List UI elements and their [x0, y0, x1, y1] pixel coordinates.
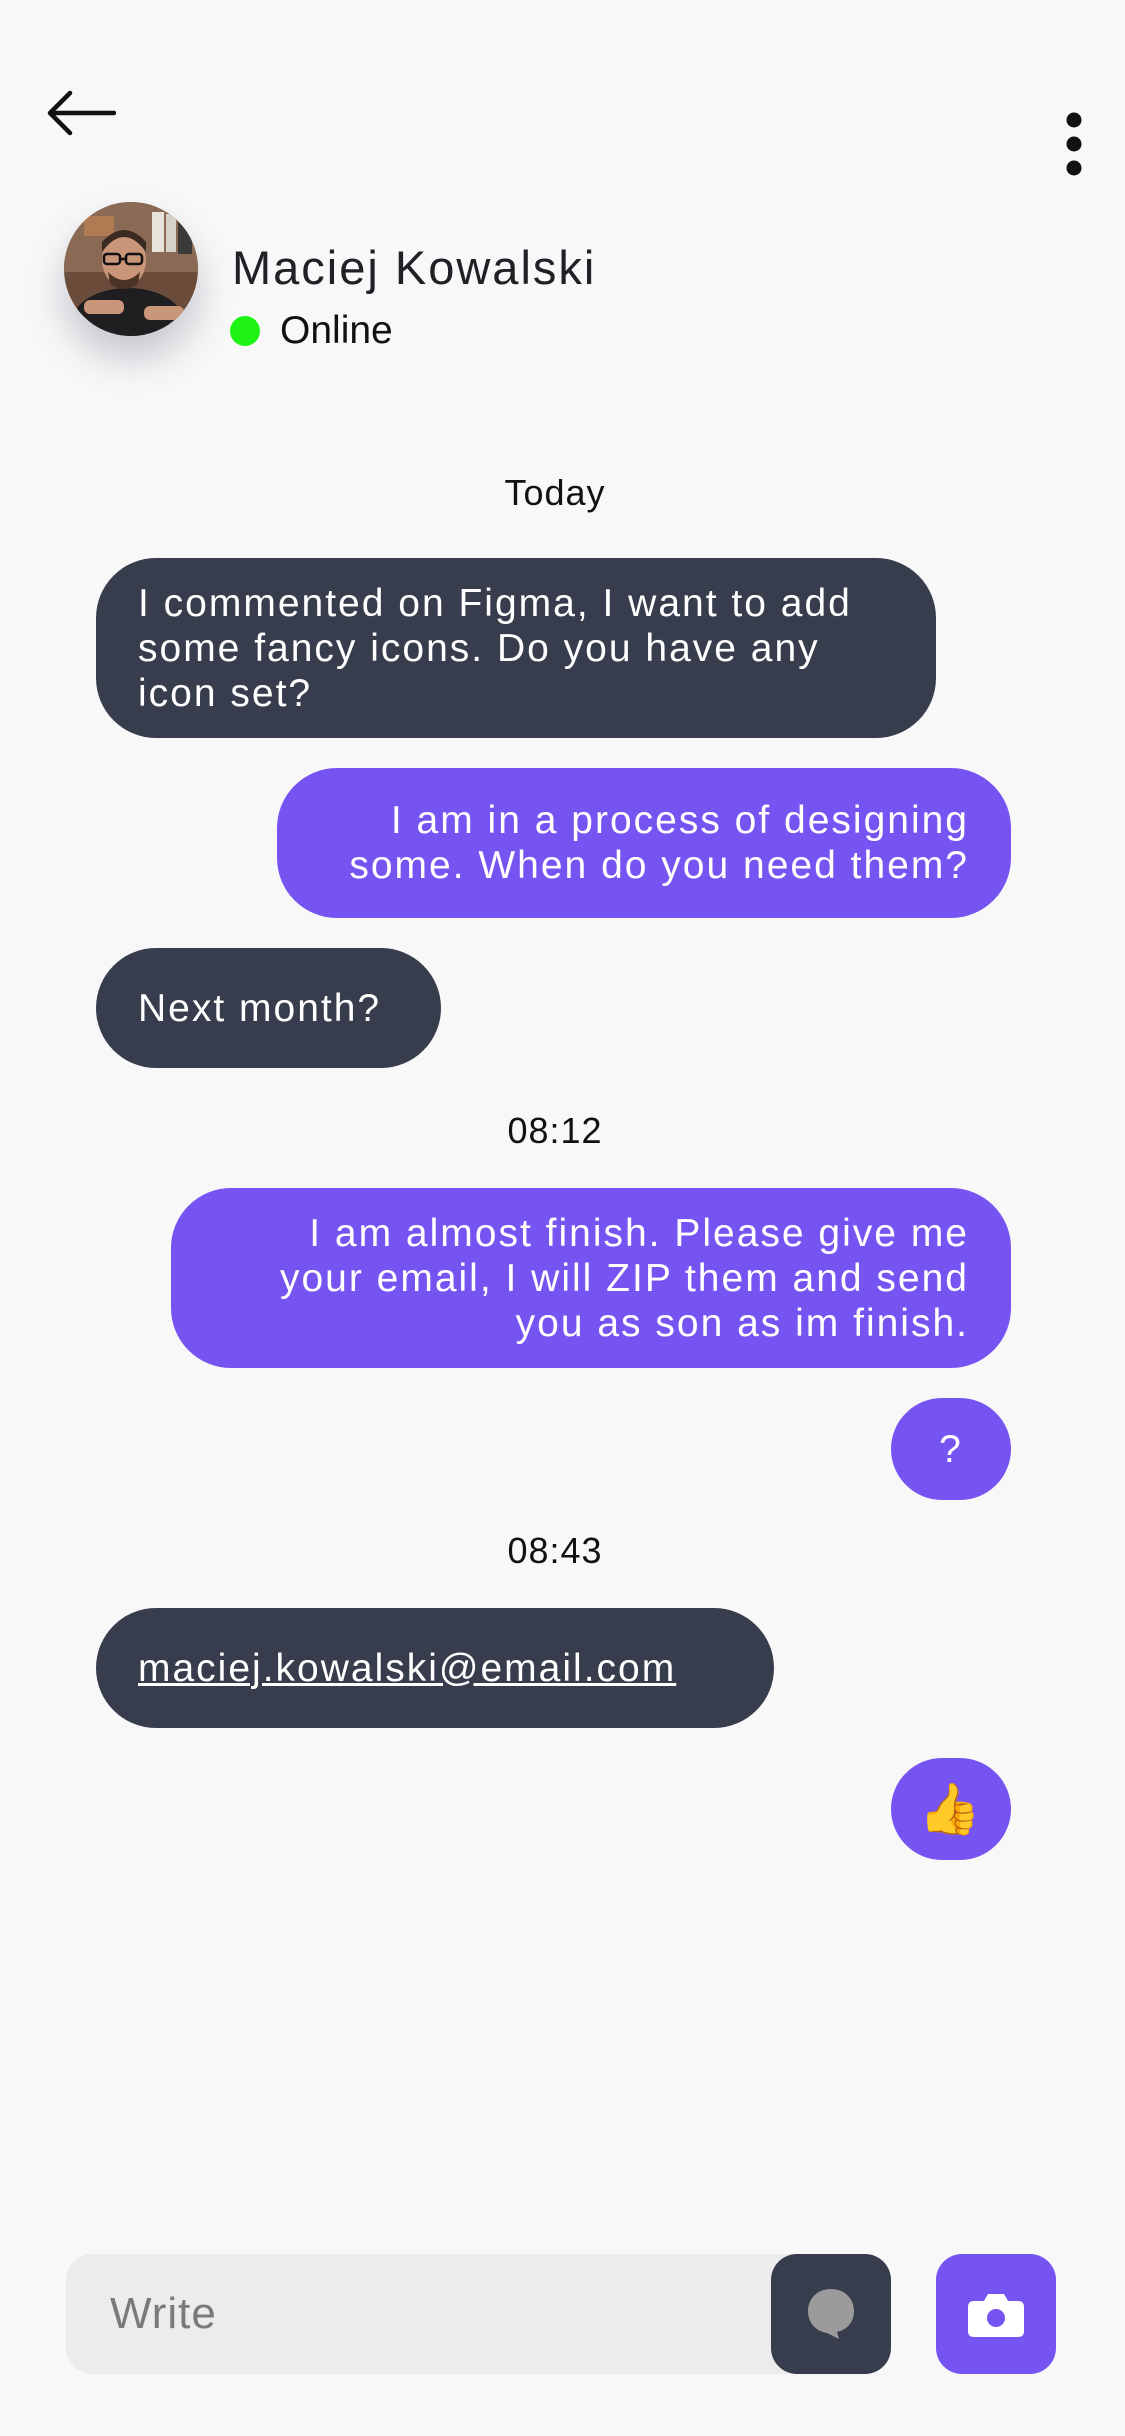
camera-button[interactable]	[936, 2254, 1056, 2374]
camera-icon	[968, 2294, 1024, 2337]
message-text: I am in a process of designing some. Whe…	[349, 799, 969, 887]
date-separator: Today	[504, 472, 606, 513]
message-text: ?	[939, 1427, 963, 1471]
message-bubble-outgoing[interactable]: I am almost finish. Please give me your …	[171, 1188, 1011, 1368]
time-separator: 08:12	[507, 1110, 603, 1151]
time-separator: 08:43	[507, 1530, 603, 1571]
message-text: I commented on Figma, I want to add some…	[138, 581, 852, 715]
message-input[interactable]	[66, 2254, 766, 2374]
message-text: Next month?	[138, 986, 382, 1030]
chat-thread[interactable]: Today I commented on Figma, I want to ad…	[0, 0, 1125, 2200]
message-bubble-outgoing[interactable]: 👍	[891, 1758, 1011, 1860]
message-bubble-incoming[interactable]: maciej.kowalski@email.com	[96, 1608, 774, 1728]
chat-bubble-icon	[808, 2289, 854, 2339]
message-bubble-outgoing[interactable]: I am in a process of designing some. Whe…	[277, 768, 1011, 918]
email-link[interactable]: maciej.kowalski@email.com	[138, 1646, 676, 1691]
message-bubble-outgoing[interactable]: ?	[891, 1398, 1011, 1500]
message-composer	[66, 2254, 890, 2374]
thumbs-up-emoji: 👍	[918, 1781, 984, 1837]
message-bubble-incoming[interactable]: Next month?	[96, 948, 441, 1068]
send-message-button[interactable]	[771, 2254, 891, 2374]
message-bubble-incoming[interactable]: I commented on Figma, I want to add some…	[96, 558, 936, 738]
message-text: I am almost finish. Please give me your …	[279, 1211, 969, 1345]
